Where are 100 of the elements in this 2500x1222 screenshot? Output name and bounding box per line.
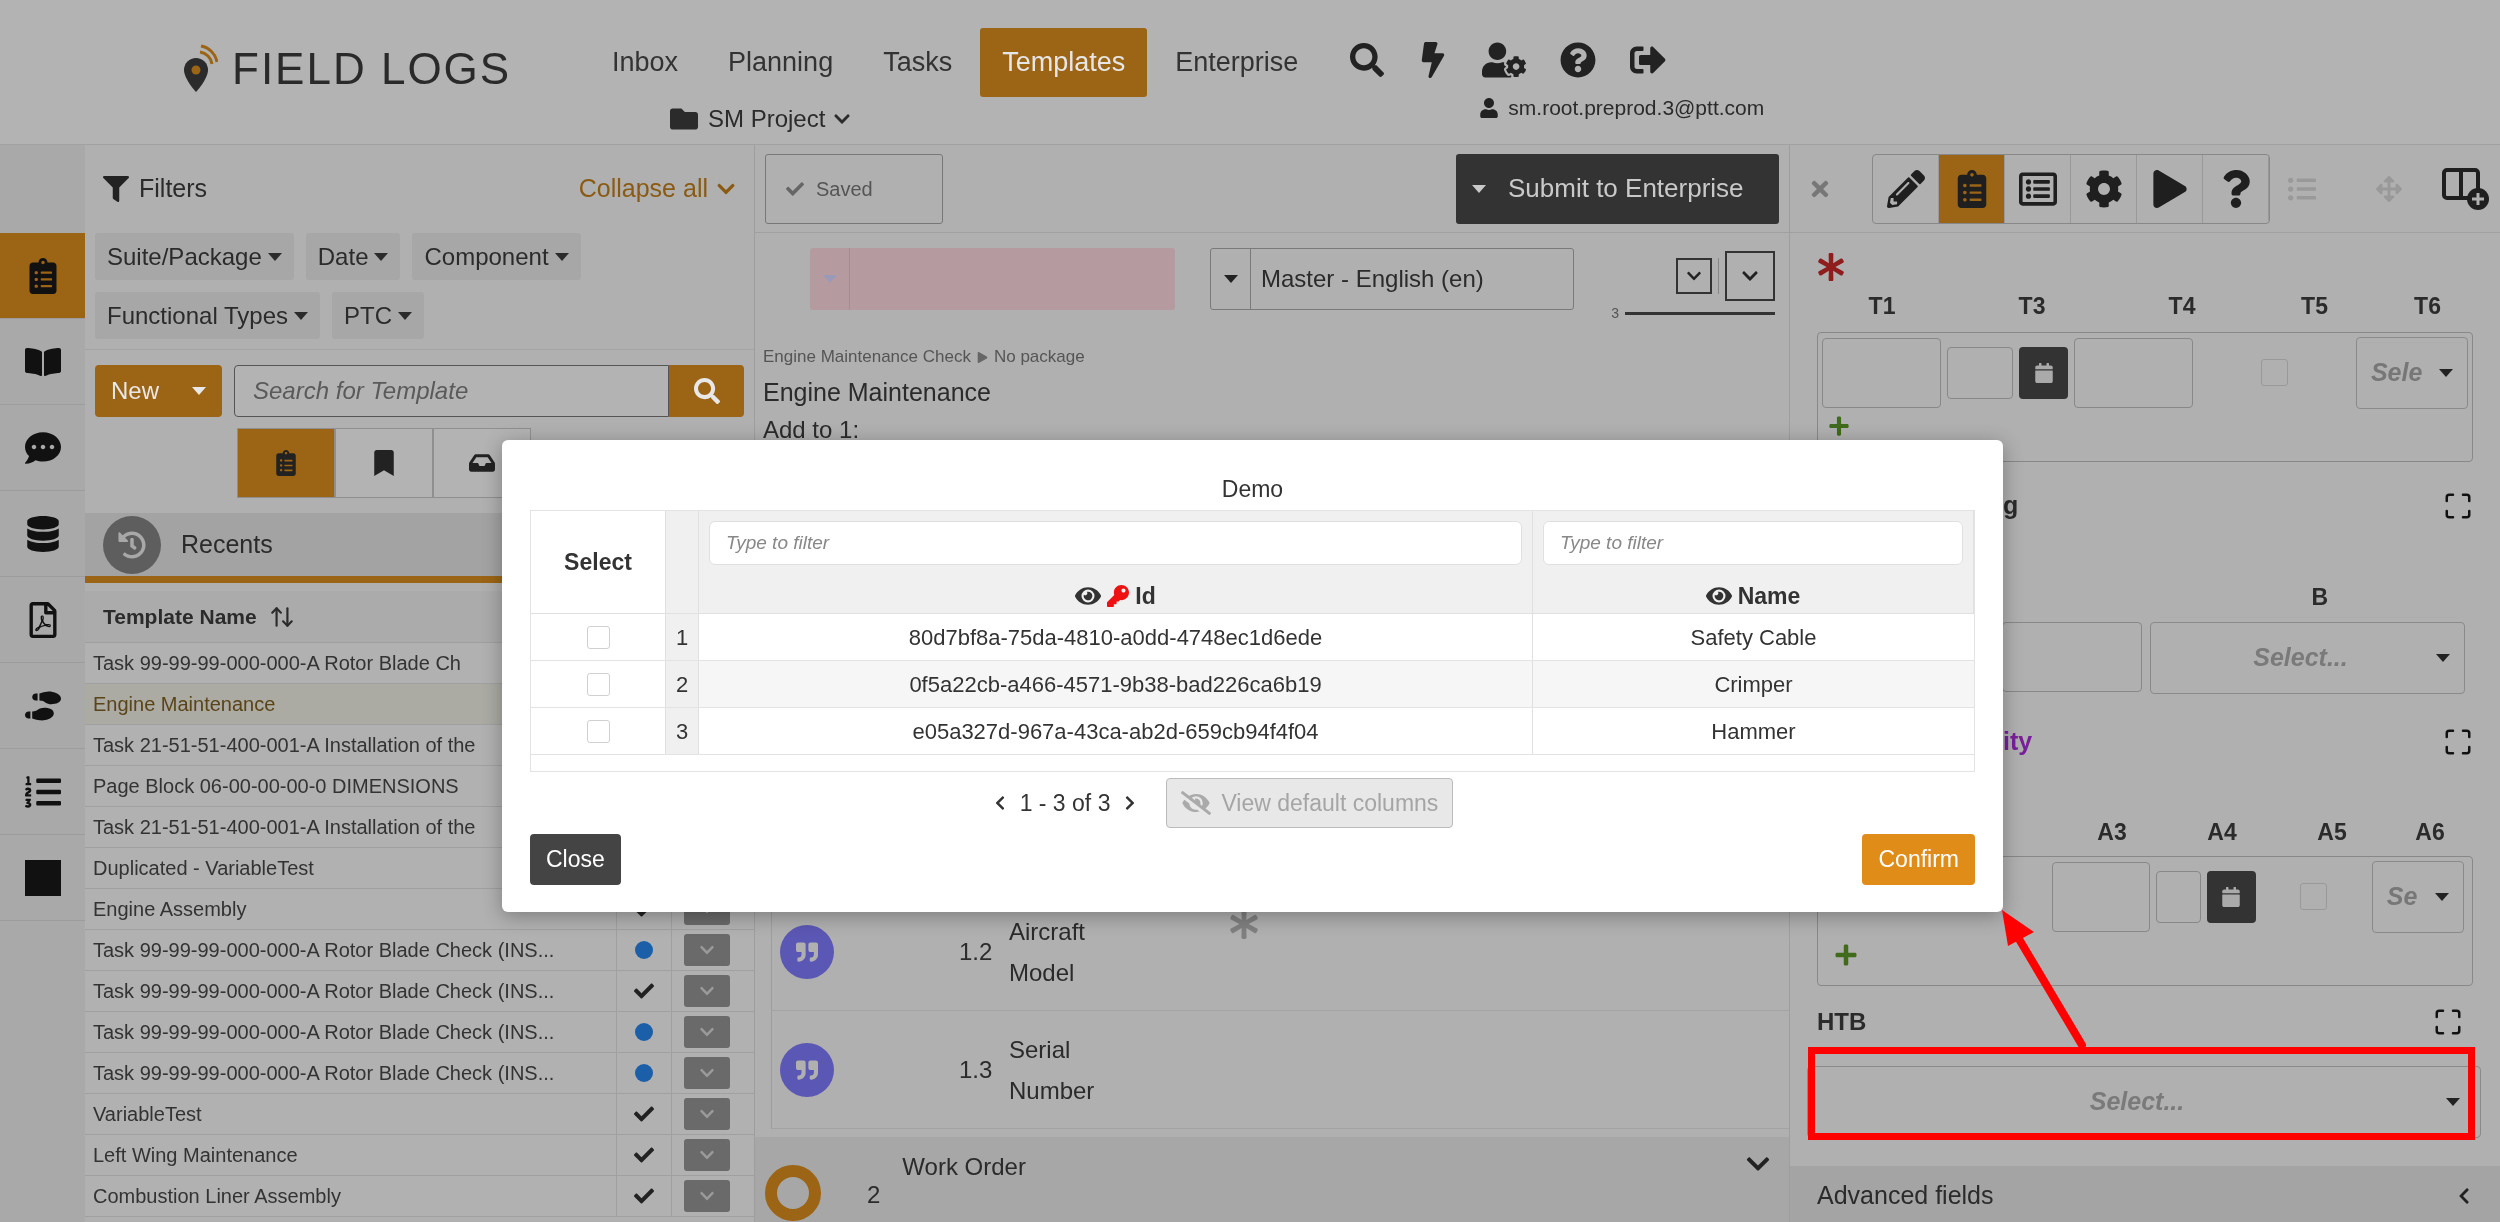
submit-button[interactable]: Submit to Enterprise: [1456, 153, 1779, 224]
item-number: 2: [867, 1180, 881, 1210]
nav-tab[interactable]: Planning: [706, 28, 856, 97]
template-name: Engine Assembly: [93, 897, 247, 922]
user-settings-icon[interactable]: [1482, 42, 1527, 78]
calendar-icon: [2033, 362, 2054, 383]
item-number: 1.2: [959, 936, 994, 967]
breadcrumb-item: No package: [993, 346, 1085, 369]
column-header: Id: [1135, 581, 1156, 611]
recents-title: Recents: [181, 528, 273, 560]
template-name: Duplicated - VariableTest: [93, 856, 314, 881]
search-button[interactable]: [669, 364, 744, 417]
template-name: Task 99-99-99-000-000-A Rotor Blade Check (INS...: [93, 979, 555, 1004]
database-icon: [24, 515, 61, 552]
filter-chip[interactable]: Component: [412, 233, 581, 280]
fullscreen-icon[interactable]: [2443, 727, 2473, 757]
play-icon: [976, 351, 988, 363]
table-cell-text: Crimper: [1714, 670, 1793, 699]
input-field[interactable]: [1822, 337, 1941, 408]
breadcrumb-item: Engine Maintenance Check: [763, 346, 971, 369]
calendar-button[interactable]: [2019, 346, 2069, 399]
collapse-button[interactable]: [1676, 258, 1712, 294]
template-row[interactable]: VariableTest: [85, 1094, 754, 1135]
play-icon: [2150, 169, 2189, 208]
filter-chip[interactable]: Suite/Package: [95, 233, 294, 280]
column-header: A6: [2414, 818, 2446, 847]
checkbox[interactable]: [586, 625, 610, 649]
template-row[interactable]: Task 99-99-99-000-000-A Rotor Blade Check (INS...: [85, 1012, 754, 1053]
caret-icon: [554, 252, 569, 261]
filter-icon: [103, 176, 129, 202]
language-select[interactable]: Master - English (en): [1210, 248, 1574, 310]
checkbox[interactable]: [586, 719, 610, 743]
item-label: Work Order: [902, 1152, 1026, 1182]
user-email: sm.root.preprod.3@ptt.com: [1508, 95, 1765, 121]
search-icon[interactable]: [1350, 43, 1385, 77]
logo-text: FIELD LOGS: [232, 43, 512, 95]
nav-tab[interactable]: Inbox: [590, 28, 701, 97]
project-selector[interactable]: SM Project: [668, 101, 1321, 137]
column-header: T6: [2413, 292, 2442, 321]
eye-slash-icon: [1181, 790, 1212, 816]
column-header: Template Name: [103, 603, 257, 630]
template-name: Combustion Liner Assembly: [93, 1184, 341, 1209]
nav-tab[interactable]: Enterprise: [1153, 28, 1321, 97]
filter-chip[interactable]: Functional Types: [95, 292, 320, 339]
user-icon: [1480, 97, 1499, 118]
filter-chip[interactable]: Date: [305, 233, 401, 280]
template-row[interactable]: Task 99-99-99-000-000-A Rotor Blade Check (INS...: [85, 971, 754, 1012]
input-field[interactable]: [2052, 861, 2151, 932]
add-row-icon[interactable]: [1828, 414, 1850, 437]
caret-icon: [2436, 654, 2450, 662]
numbered-list-icon: [24, 773, 61, 810]
caret-icon: [192, 386, 206, 395]
close-button[interactable]: Close: [530, 834, 621, 885]
template-row[interactable]: Task 99-99-99-000-000-A Rotor Blade Check (INS...: [85, 930, 754, 971]
section-row[interactable]: 2 Work Order: [755, 1137, 1789, 1222]
pencil-icon: [1886, 169, 1925, 208]
column-header: T3: [2017, 292, 2047, 321]
saved-button[interactable]: Saved: [765, 153, 943, 224]
advanced-fields-bar[interactable]: Advanced fields: [1790, 1165, 2500, 1222]
help-icon[interactable]: [1560, 42, 1597, 78]
field-heading: ity: [2003, 726, 2033, 758]
search-field[interactable]: Search for Template: [234, 364, 669, 417]
add-column-icon[interactable]: [2442, 165, 2490, 212]
add-to-label: Add to 1:: [762, 415, 861, 445]
expand-button[interactable]: [1725, 251, 1775, 301]
column-header: T5: [2300, 292, 2329, 321]
template-row[interactable]: Task 99-99-99-000-000-A Rotor Blade Check (INS...: [85, 1053, 754, 1094]
column-header: A3: [2096, 818, 2128, 847]
template-row[interactable]: Left Wing Maintenance: [85, 1135, 754, 1176]
clipboard-icon: [273, 450, 299, 476]
checkbox[interactable]: [586, 672, 610, 696]
nav-tab[interactable]: Tasks: [861, 28, 975, 97]
view-tab[interactable]: [335, 428, 433, 498]
filter-field[interactable]: Type to filter: [1543, 521, 1963, 565]
template-name: Task 99-99-99-000-000-A Rotor Blade Check (INS...: [93, 938, 555, 963]
caret-icon: [1472, 184, 1486, 193]
date-field[interactable]: [2156, 870, 2201, 923]
caret-icon: [1223, 275, 1238, 283]
date-field[interactable]: [1946, 346, 2014, 399]
logo-icon: [182, 44, 218, 94]
history-icon: [118, 530, 146, 559]
template-name: Task 21-51-51-400-001-A Installation of the: [93, 815, 476, 840]
new-button[interactable]: New: [95, 364, 222, 417]
template-name: VariableTest: [93, 1102, 202, 1127]
item-label: Aircraft Model: [1009, 916, 1086, 988]
tool-button[interactable]: [1939, 154, 2005, 223]
template-name: Task 21-51-51-400-001-A Installation of the: [93, 733, 476, 758]
nav-tab[interactable]: Templates: [980, 28, 1148, 97]
filter-chip[interactable]: PTC: [332, 292, 424, 339]
calendar-button[interactable]: [2206, 870, 2256, 923]
template-row[interactable]: Combustion Liner Assembly: [85, 1176, 754, 1217]
input-field[interactable]: [2074, 337, 2194, 408]
caret-icon: [267, 252, 282, 261]
template-title: Engine Maintenance: [762, 377, 992, 408]
template-name: Left Wing Maintenance: [93, 1143, 298, 1168]
table-cell-text: Safety Cable: [1690, 623, 1817, 652]
filter-field[interactable]: Type to filter: [709, 521, 1522, 565]
column-header: B: [2311, 582, 2328, 612]
add-row-icon[interactable]: [1834, 942, 1858, 967]
form-icon: [2018, 169, 2057, 208]
